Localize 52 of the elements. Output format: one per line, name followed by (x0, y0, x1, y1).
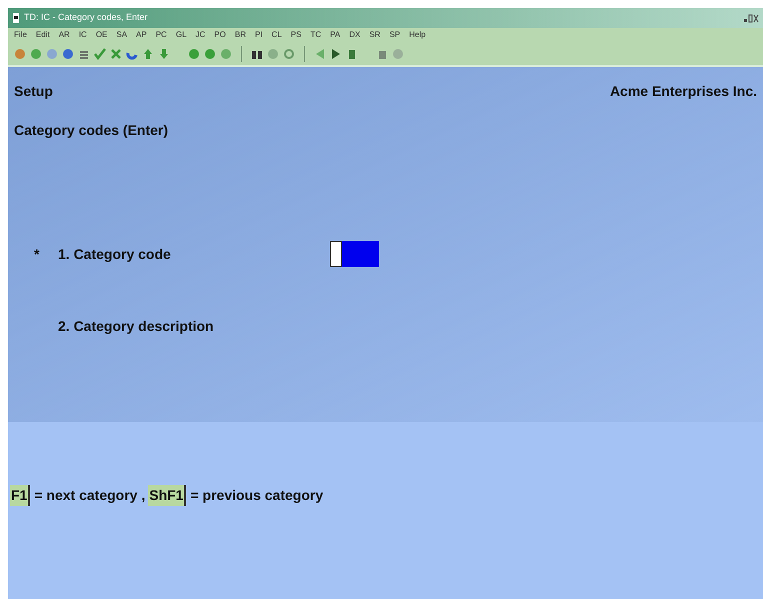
menu-item[interactable]: PI (254, 29, 263, 41)
triangle-right-icon[interactable] (330, 48, 342, 60)
key-label: F1 (10, 485, 30, 506)
circle-icon[interactable] (46, 48, 58, 60)
menu-item[interactable]: SA (116, 29, 128, 41)
app-icon (12, 12, 20, 24)
menu-item[interactable]: BR (234, 29, 246, 41)
circle-icon[interactable] (62, 48, 74, 60)
menu-item[interactable]: PS (290, 29, 302, 41)
menu-item[interactable]: SP (389, 29, 400, 41)
menu-item[interactable]: CL (272, 29, 282, 41)
company-name: Acme Enterprises Inc. (610, 82, 757, 101)
menu-item[interactable]: AP (136, 29, 147, 41)
cross-icon[interactable] (110, 48, 122, 60)
field-label: 1. Category code (58, 244, 172, 264)
hint-text: = next category , (34, 486, 146, 505)
menu-item[interactable]: AR (58, 29, 70, 41)
ring-icon[interactable] (283, 48, 295, 60)
section-title: Setup (14, 82, 53, 101)
menu-item[interactable]: SR (369, 29, 380, 41)
key-label: ShF1 (148, 485, 186, 506)
menu-item[interactable]: Edit (36, 29, 50, 41)
menu-item[interactable]: PC (156, 29, 167, 41)
triangle-left-icon[interactable] (314, 48, 326, 60)
window-title: TD: IC - Category codes, Enter (24, 11, 148, 24)
window-controls-icon[interactable] (743, 13, 759, 23)
circle-icon[interactable] (14, 48, 26, 60)
menu-item[interactable]: JC (196, 29, 206, 41)
circle-icon[interactable] (204, 48, 216, 60)
circle-icon[interactable] (30, 48, 42, 60)
screen-title: Category codes (Enter) (13, 121, 170, 140)
required-marker: * (33, 244, 40, 264)
menu-item[interactable]: GL (176, 29, 187, 41)
bar-icon[interactable] (346, 48, 358, 60)
menu-item[interactable]: File (14, 29, 27, 41)
menu-item[interactable]: OE (96, 29, 108, 41)
hint-text: = previous category (190, 486, 324, 505)
circle-icon[interactable] (188, 48, 200, 60)
check-icon[interactable] (94, 48, 106, 60)
arrow-up-icon[interactable] (142, 48, 154, 60)
arrow-down-icon[interactable] (158, 48, 170, 60)
input-field[interactable] (330, 241, 379, 267)
circle-icon[interactable] (267, 48, 279, 60)
menu-item[interactable]: TC (310, 29, 322, 41)
circle-icon[interactable] (392, 48, 404, 60)
menu-item[interactable]: IC (78, 29, 87, 41)
menu-item[interactable]: Help (409, 29, 426, 41)
field-label: 2. Category description (58, 316, 215, 336)
menu-item[interactable]: PO (214, 29, 226, 41)
menu-item[interactable]: PA (330, 29, 340, 41)
menu-item[interactable]: DX (349, 29, 360, 41)
circle-icon[interactable] (220, 48, 232, 60)
